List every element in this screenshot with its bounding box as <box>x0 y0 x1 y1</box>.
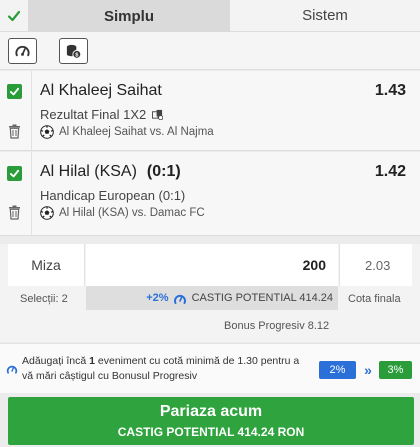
betslip-toolbar: $ <box>0 32 420 70</box>
double-chevron-icon: » <box>364 362 372 378</box>
coins-button[interactable]: $ <box>59 38 88 64</box>
bet-item: Al Hilal (KSA) (0:1) 1.42 Handicap Europe… <box>0 152 420 236</box>
bonus-icon <box>173 294 186 304</box>
bet-divider <box>31 152 32 235</box>
final-odds-label: Cota finala <box>348 293 401 305</box>
bet-handicap: (0:1) <box>146 163 181 180</box>
bet-checkbox[interactable] <box>7 84 22 99</box>
stake-label: Miza <box>8 244 85 286</box>
selections-count: Selecții: 2 <box>20 293 68 305</box>
next-bonus-badge: 3% <box>379 361 412 379</box>
total-odds: 2.03 <box>339 244 412 286</box>
stake-panel: Miza 200 2.03 Selecții: 2 +2% CASTIG POT… <box>0 244 420 342</box>
bet-selection: Al Khaleej Saihat <box>40 82 162 100</box>
trash-icon[interactable] <box>8 124 21 139</box>
place-bet-button[interactable]: Pariaza acum CASTIG POTENTIAL 414.24 RON <box>8 397 414 445</box>
football-icon <box>40 125 54 139</box>
bet-event-label: Al Hilal (KSA) vs. Damac FC <box>59 207 205 219</box>
bet-divider <box>31 71 32 150</box>
coins-icon: $ <box>66 44 82 59</box>
speedometer-button[interactable] <box>8 38 37 64</box>
bet-selection: Al Hilal (KSA) (0:1) <box>40 163 181 181</box>
trash-icon[interactable] <box>8 205 21 220</box>
bet-market: Handicap European (0:1) <box>40 188 185 203</box>
bet-odd: 1.43 <box>374 82 406 99</box>
betslip-tabs: Simplu Sistem <box>0 0 420 32</box>
place-bet-potential: CASTIG POTENTIAL 414.24 RON <box>117 425 305 439</box>
bet-team: Al Khaleej Saihat <box>40 82 162 99</box>
tab-sistem[interactable]: Sistem <box>230 0 420 32</box>
stake-input[interactable]: 200 <box>86 244 338 286</box>
bonus-progressive: Bonus Progresiv 8.12 <box>224 320 330 332</box>
football-icon <box>40 206 54 220</box>
betslip: Simplu Sistem $ Al Khaleej Saihat 1.43 R… <box>0 0 420 447</box>
banner-text-before: Adăugați încă <box>22 355 90 367</box>
bet-market-label: Handicap European (0:1) <box>40 188 186 203</box>
bet-market-label: Rezultat Final 1X2 <box>40 107 147 122</box>
bet-item: Al Khaleej Saihat 1.43 Rezultat Final 1X… <box>0 71 420 151</box>
bet-market: Rezultat Final 1X2 <box>40 107 164 122</box>
bet-event: Al Hilal (KSA) vs. Damac FC <box>40 206 205 220</box>
statistics-icon[interactable] <box>152 109 164 120</box>
banner-message: Adăugați încă 1 eveniment cu cotă minimă… <box>22 354 312 384</box>
bet-odd: 1.42 <box>374 163 406 180</box>
bet-event: Al Khaleej Saihat vs. Al Najma <box>40 125 214 139</box>
bet-team: Al Hilal (KSA) <box>40 163 137 180</box>
progressive-bonus-banner: Adăugați încă 1 eveniment cu cotă minimă… <box>0 343 420 393</box>
bet-event-label: Al Khaleej Saihat vs. Al Najma <box>59 126 214 138</box>
potential-win: CASTIG POTENTIAL 414.24 <box>191 292 333 304</box>
place-bet-title: Pariaza acum <box>159 403 263 420</box>
tab-simplu[interactable]: Simplu <box>28 0 230 32</box>
potential-win-bar: +2% CASTIG POTENTIAL 414.24 <box>86 286 338 310</box>
current-bonus-badge: 2% <box>319 361 356 379</box>
bonus-percent: +2% <box>146 292 169 304</box>
bonus-icon <box>6 365 18 374</box>
tab-check-icon <box>0 0 28 32</box>
speedometer-icon <box>15 45 30 56</box>
bet-checkbox[interactable] <box>7 166 22 181</box>
